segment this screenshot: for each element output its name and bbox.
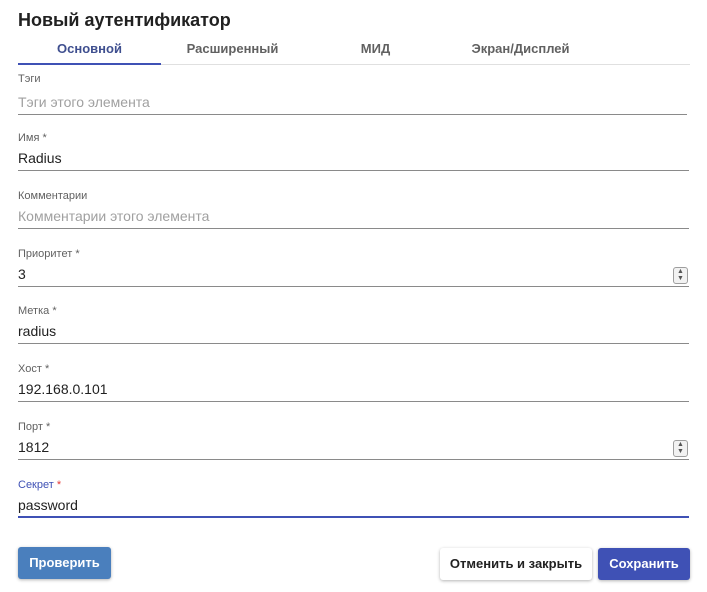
host-value: 192.168.0.101 (18, 381, 108, 397)
spinner-down-icon[interactable]: ▼ (674, 275, 687, 282)
spinner-down-icon[interactable]: ▼ (674, 448, 687, 455)
tab-mfa[interactable]: МИД (304, 36, 447, 63)
comments-placeholder: Комментарии этого элемента (18, 208, 210, 224)
required-marker: * (42, 132, 47, 144)
secret-label: Секрет (18, 479, 54, 491)
comments-input[interactable]: Комментарии этого элемента (18, 205, 689, 229)
host-label: Хост (18, 363, 42, 375)
secret-value: password (18, 497, 78, 513)
dialog-title: Новый аутентификатор (18, 10, 231, 30)
tab-bar: Основной Расширенный МИД Экран/Дисплей (18, 36, 690, 65)
priority-input[interactable]: 3 ▲ ▼ (18, 263, 689, 287)
label-value: radius (18, 323, 57, 339)
host-field: Хост * 192.168.0.101 (18, 362, 689, 402)
label-field: Метка * radius (18, 304, 689, 344)
secret-input[interactable]: password (18, 494, 689, 518)
port-value: 1812 (18, 439, 50, 455)
required-marker: * (46, 421, 51, 433)
number-spinner[interactable]: ▲ ▼ (673, 267, 688, 284)
cancel-close-button[interactable]: Отменить и закрыть (440, 548, 592, 580)
host-input[interactable]: 192.168.0.101 (18, 378, 689, 402)
required-marker: * (52, 305, 57, 317)
required-marker: * (44, 363, 50, 375)
spinner-up-icon[interactable]: ▲ (674, 441, 687, 448)
spinner-up-icon[interactable]: ▲ (674, 268, 687, 275)
tags-field: Тэги Тэги этого элемента (18, 72, 687, 115)
tags-input[interactable]: Тэги этого элемента (18, 91, 687, 115)
number-spinner[interactable]: ▲ ▼ (673, 440, 688, 457)
tags-label: Тэги (18, 73, 41, 85)
port-field: Порт * 1812 ▲ ▼ (18, 420, 689, 460)
name-field: Имя * Radius (18, 131, 689, 171)
secret-field: Секрет * password (18, 478, 689, 518)
priority-field: Приоритет * 3 ▲ ▼ (18, 247, 689, 287)
tab-advanced[interactable]: Расширенный (161, 36, 304, 63)
priority-value: 3 (18, 266, 26, 282)
save-button[interactable]: Сохранить (598, 548, 690, 580)
comments-field: Комментарии Комментарии этого элемента (18, 189, 689, 229)
name-input[interactable]: Radius (18, 147, 689, 171)
tags-placeholder: Тэги этого элемента (18, 94, 150, 110)
test-button[interactable]: Проверить (18, 547, 111, 579)
comments-label: Комментарии (18, 190, 88, 202)
name-value: Radius (18, 150, 62, 166)
tab-basic[interactable]: Основной (18, 36, 161, 65)
required-marker: * (75, 248, 80, 260)
name-label: Имя (18, 132, 40, 144)
label-input[interactable]: radius (18, 320, 689, 344)
port-input[interactable]: 1812 ▲ ▼ (18, 436, 689, 460)
required-marker: * (56, 479, 62, 491)
priority-label: Приоритет (18, 248, 73, 260)
tab-display[interactable]: Экран/Дисплей (447, 36, 594, 63)
label-label: Метка (18, 305, 50, 317)
port-label: Порт (18, 421, 43, 433)
